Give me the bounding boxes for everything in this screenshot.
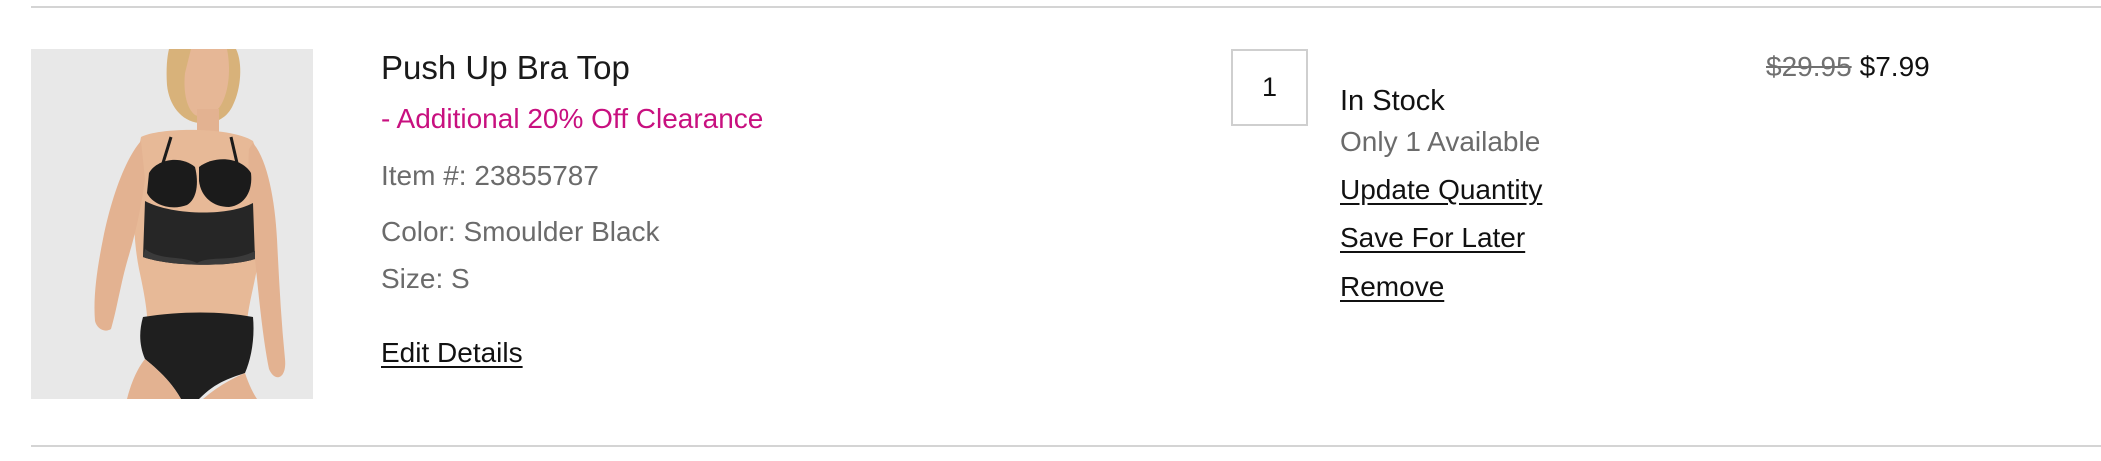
top-divider (31, 6, 2101, 8)
promo-text: - Additional 20% Off Clearance (381, 103, 764, 134)
item-number: Item #: 23855787 (381, 160, 599, 191)
product-color: Color: Smoulder Black (381, 216, 660, 247)
product-name[interactable]: Push Up Bra Top (381, 49, 630, 87)
product-size: Size: S (381, 263, 470, 294)
sale-price: $7.99 (1859, 51, 1930, 82)
model-photo-illustration (31, 49, 313, 399)
availability-text: Only 1 Available (1340, 126, 1541, 157)
price: $29.95 $7.99 (1766, 51, 1930, 83)
quantity-input[interactable] (1231, 49, 1308, 126)
bottom-divider (31, 445, 2101, 447)
save-for-later-link[interactable]: Save For Later (1340, 222, 1525, 254)
edit-details-link[interactable]: Edit Details (381, 337, 523, 369)
original-price: $29.95 (1766, 51, 1852, 82)
stock-status: In Stock (1340, 85, 1445, 117)
product-image[interactable] (31, 49, 313, 399)
update-quantity-link[interactable]: Update Quantity (1340, 174, 1542, 206)
remove-link[interactable]: Remove (1340, 271, 1444, 303)
